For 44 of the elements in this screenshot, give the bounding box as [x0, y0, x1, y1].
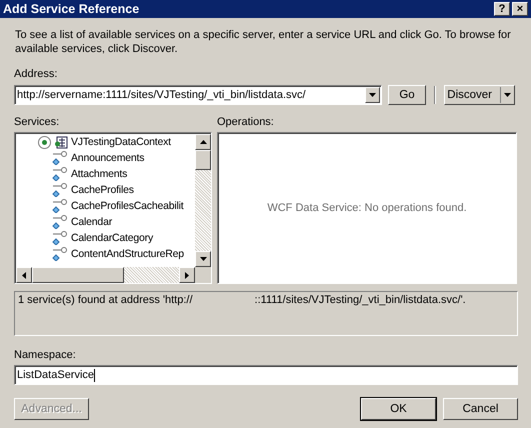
- vertical-scrollbar[interactable]: [195, 134, 211, 267]
- scroll-right-icon[interactable]: [185, 272, 189, 278]
- help-button[interactable]: ?: [494, 2, 510, 16]
- operations-label: Operations:: [217, 116, 275, 129]
- status-text: 1 service(s) found at address 'http://: [18, 294, 193, 306]
- scroll-thumb[interactable]: [32, 267, 124, 283]
- window-title: Add Service Reference: [3, 2, 140, 16]
- tree-item[interactable]: Announcements: [71, 152, 144, 164]
- data-context-icon: [54, 135, 68, 149]
- address-label: Address:: [14, 68, 58, 81]
- tree-item[interactable]: CacheProfilesCacheabilit: [71, 200, 184, 212]
- entity-set-icon: [52, 215, 68, 229]
- scroll-up-icon[interactable]: [200, 140, 206, 144]
- namespace-field[interactable]: ListDataService: [14, 365, 518, 385]
- scroll-left-icon[interactable]: [22, 272, 26, 278]
- entity-set-icon: [52, 247, 68, 261]
- entity-set-icon: [52, 183, 68, 197]
- ok-button[interactable]: OK: [361, 398, 436, 420]
- status-text: ::1111/sites/VJTesting/_vti_bin/listdata.svc/'.: [254, 294, 466, 306]
- empty-message: WCF Data Service: No operations found.: [267, 202, 467, 214]
- tree-item[interactable]: CacheProfiles: [71, 184, 134, 196]
- scroll-down-icon[interactable]: [200, 257, 206, 261]
- tree-item[interactable]: CalendarCategory: [71, 232, 154, 244]
- scroll-thumb[interactable]: [195, 150, 211, 170]
- entity-set-icon: [52, 231, 68, 245]
- radio-button[interactable]: [38, 136, 51, 148]
- scrollbar-corner: [195, 267, 211, 283]
- instructions-text: To see a list of available services on a specific server, enter a service URL and click Go. To browse for available services, click Discover.: [15, 28, 512, 56]
- go-button[interactable]: Go: [388, 84, 426, 104]
- entity-set-icon: [52, 167, 68, 181]
- namespace-label: Namespace:: [14, 349, 77, 362]
- services-label: Services:: [14, 116, 60, 129]
- tree-item[interactable]: VJTestingDataContext: [71, 136, 171, 148]
- tree-item[interactable]: Calendar: [71, 216, 112, 228]
- tree-item[interactable]: Attachments: [71, 168, 128, 180]
- dropdown-arrow-icon[interactable]: [504, 92, 511, 96]
- entity-set-icon: [52, 151, 68, 165]
- tree-item[interactable]: ContentAndStructureRep: [71, 248, 184, 260]
- entity-set-icon: [52, 199, 68, 213]
- discover-button[interactable]: Discover: [444, 84, 515, 104]
- cancel-button[interactable]: Cancel: [443, 398, 518, 420]
- horizontal-scrollbar[interactable]: [16, 267, 211, 283]
- address-combo[interactable]: http://servername:1111/sites/VJTesting/_vti_bin/listdata.svc/: [14, 84, 382, 104]
- close-button[interactable]: ×: [512, 2, 528, 16]
